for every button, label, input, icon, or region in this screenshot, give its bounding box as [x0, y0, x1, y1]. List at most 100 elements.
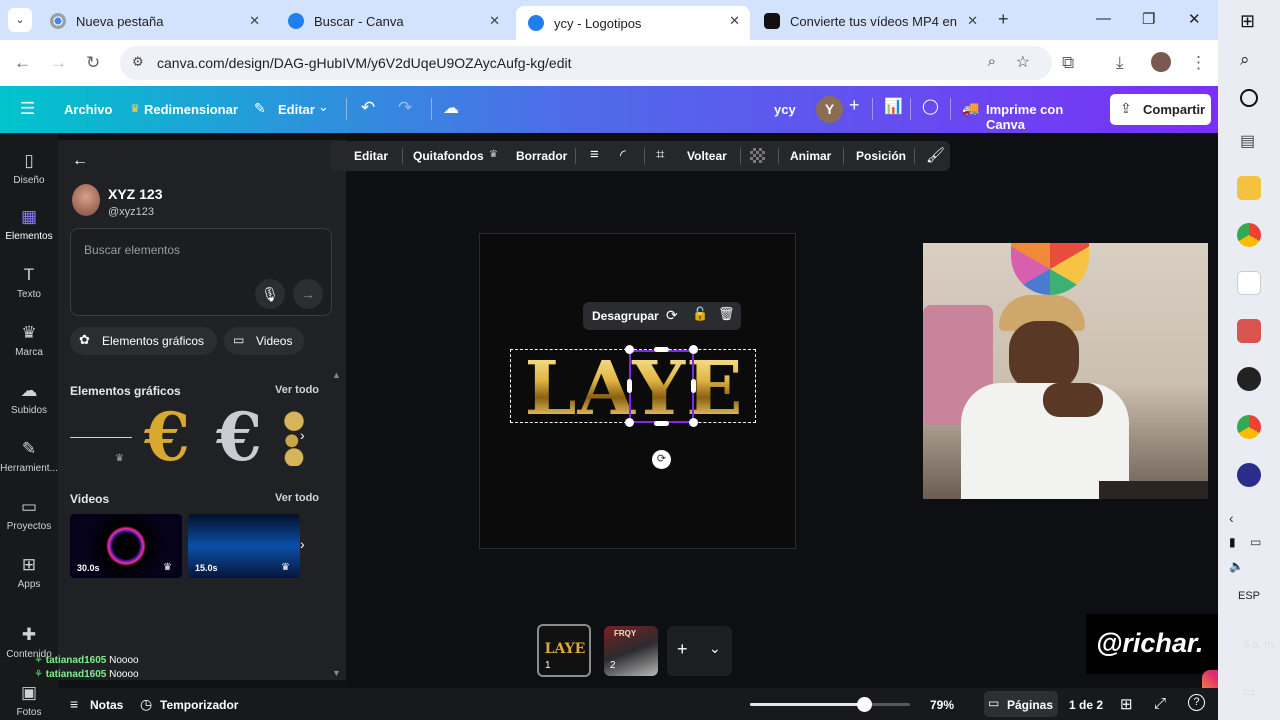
tab-close-icon[interactable]: ✕ [967, 13, 978, 29]
bookmark-star-icon[interactable]: ☆ [1016, 52, 1030, 72]
help-icon[interactable]: ? [1188, 694, 1205, 711]
rail-item-subidos[interactable]: ☁ Subidos [0, 381, 58, 416]
carousel-next-icon[interactable]: › [300, 427, 305, 443]
creator-name[interactable]: XYZ 123 [108, 186, 162, 202]
download-icon[interactable]: ⤓ [1116, 53, 1124, 73]
undo-icon[interactable]: ↶ [361, 98, 375, 118]
page-thumb-2[interactable]: FRQY 2 [604, 626, 658, 676]
tab-close-icon[interactable]: ✕ [249, 13, 260, 29]
windows-start-icon[interactable]: ⊞ [1240, 11, 1255, 32]
search-icon[interactable]: ⌕ [1240, 50, 1250, 70]
video-thumb-neon-ring[interactable]: 30.0s ♛ [70, 514, 182, 578]
tab-new-tab[interactable]: Nueva pestaña ✕ [38, 6, 270, 36]
insights-chart-icon[interactable]: 📊 [884, 97, 903, 115]
ver-todo-graficos-link[interactable]: Ver todo [275, 384, 319, 396]
tab-close-icon[interactable]: ✕ [729, 13, 740, 29]
timer-icon[interactable]: ◷ [140, 696, 152, 713]
rail-item-diseno[interactable]: ▯ Diseño [0, 151, 58, 186]
widgets-icon[interactable]: ▤ [1240, 131, 1255, 151]
network-icon[interactable]: ▭ [1250, 535, 1261, 549]
resize-handle[interactable] [654, 421, 669, 426]
url-text[interactable]: canva.com/design/DAG-gHubIVM/y6V2dUqeU9O… [157, 55, 572, 71]
line-graphic[interactable] [70, 437, 132, 438]
ctx-posicion-button[interactable]: Posición [856, 149, 906, 163]
tab-close-icon[interactable]: ✕ [489, 13, 500, 29]
transparency-icon[interactable] [750, 148, 765, 163]
chip-videos[interactable]: ▭ Videos [224, 327, 304, 355]
notes-icon[interactable]: ≡ [70, 696, 78, 712]
rail-item-apps[interactable]: ⊞ Apps [0, 555, 58, 590]
zoom-icon[interactable]: ⌕ [988, 53, 996, 70]
resize-handle[interactable] [625, 418, 634, 427]
back-icon[interactable]: ← [14, 53, 31, 73]
ctx-quitafondos-button[interactable]: Quitafondos [413, 149, 484, 163]
profile-avatar[interactable] [1151, 52, 1171, 72]
resize-handle[interactable] [627, 379, 632, 393]
hamburger-menu-icon[interactable]: ☰ [20, 99, 35, 119]
archivo-button[interactable]: Archivo [64, 102, 112, 117]
chip-elementos-graficos[interactable]: ✿ Elementos gráficos [70, 327, 217, 355]
add-collaborator-icon[interactable]: + [849, 95, 860, 116]
imprime-con-canva-button[interactable]: 🚚 Imprime con Canva [958, 94, 1102, 132]
ctx-editar-button[interactable]: Editar [354, 149, 388, 163]
language-indicator[interactable]: ESP [1238, 590, 1260, 602]
chevron-down-icon[interactable]: ⌄ [709, 640, 721, 657]
zoom-percent[interactable]: 79% [930, 698, 954, 712]
rail-item-elementos[interactable]: ▦ Elementos [0, 207, 58, 242]
panel-scrollbar[interactable] [331, 370, 339, 680]
compartir-button[interactable]: ⇪ Compartir [1110, 94, 1211, 125]
back-arrow-icon[interactable]: ← [72, 152, 88, 170]
resize-handle[interactable] [654, 347, 669, 352]
app-icon[interactable] [1237, 463, 1261, 487]
corner-rounding-icon[interactable]: ◜ [620, 146, 626, 164]
chevron-left-icon[interactable]: ‹ [1229, 510, 1234, 526]
resize-handle[interactable] [689, 418, 698, 427]
copy-style-icon[interactable]: 🖌 [926, 146, 945, 164]
tab-ycy-logotipos[interactable]: ycy - Logotipos ✕ [516, 6, 750, 40]
obs-icon[interactable] [1237, 367, 1261, 391]
redo-icon[interactable]: ↷ [398, 98, 412, 118]
notas-button[interactable]: Notas [90, 698, 123, 712]
cloud-saved-icon[interactable]: ☁ [443, 98, 459, 118]
rail-item-fotos[interactable]: ▣ Fotos [0, 683, 58, 718]
add-page-plus-icon[interactable]: + [677, 639, 688, 660]
notification-icon[interactable]: ▭ [1243, 684, 1255, 700]
microphone-icon[interactable]: 🎙 [255, 279, 285, 309]
fullscreen-icon[interactable]: ⤢ [1154, 695, 1166, 712]
new-tab-button[interactable]: + [998, 9, 1009, 30]
ctx-borrador-button[interactable]: Borrador [516, 149, 567, 163]
selected-letter-box[interactable] [629, 350, 694, 423]
clock-partial[interactable]: 5 a. m. [1243, 639, 1277, 651]
scroll-down-icon[interactable]: ▼ [332, 668, 341, 678]
rotate-refresh-icon[interactable]: ⟳ [666, 307, 678, 324]
zoom-slider[interactable] [750, 697, 910, 712]
rail-item-herramientas[interactable]: ✎ Herramient... [0, 439, 58, 474]
file-explorer-icon[interactable] [1237, 176, 1261, 200]
submit-arrow-icon[interactable]: → [293, 279, 323, 309]
close-window-icon[interactable]: ✕ [1188, 10, 1201, 28]
rail-item-marca[interactable]: ♛ Marca [0, 323, 58, 358]
rail-item-proyectos[interactable]: ▭ Proyectos [0, 497, 58, 532]
resize-handle[interactable] [625, 345, 634, 354]
screen-recorder-icon[interactable] [1237, 319, 1261, 343]
tab-convierte-mp4[interactable]: Convierte tus vídeos MP4 en GI ✕ [752, 6, 988, 36]
rail-item-texto[interactable]: T Texto [0, 265, 58, 300]
omnibox[interactable]: ⚙ canva.com/design/DAG-gHubIVM/y6V2dUqeU… [120, 46, 1052, 80]
crop-icon[interactable]: ⌗ [656, 146, 664, 163]
euro-silver-graphic[interactable]: € [216, 398, 262, 476]
volume-icon[interactable]: 🔈 [1229, 559, 1244, 573]
page-thumb-1[interactable]: LAYE 1 [537, 624, 591, 677]
reload-icon[interactable]: ↻ [86, 53, 100, 73]
chrome-taskbar-icon[interactable] [1237, 223, 1261, 247]
menu-kebab-icon[interactable]: ⋮ [1190, 53, 1207, 73]
forward-icon[interactable]: → [50, 53, 67, 73]
carousel-next-icon[interactable]: › [300, 536, 305, 552]
task-view-icon[interactable] [1240, 89, 1258, 107]
desagrupar-button[interactable]: Desagrupar [592, 309, 659, 323]
ver-todo-videos-link[interactable]: Ver todo [275, 492, 319, 504]
resize-handle[interactable] [689, 345, 698, 354]
euro-gold-graphic[interactable]: € [144, 398, 190, 476]
restore-icon[interactable]: ❐ [1142, 10, 1155, 28]
tab-search-dropdown-button[interactable]: ⌄ [8, 8, 32, 32]
collaborator-avatar[interactable]: Y [816, 96, 843, 123]
